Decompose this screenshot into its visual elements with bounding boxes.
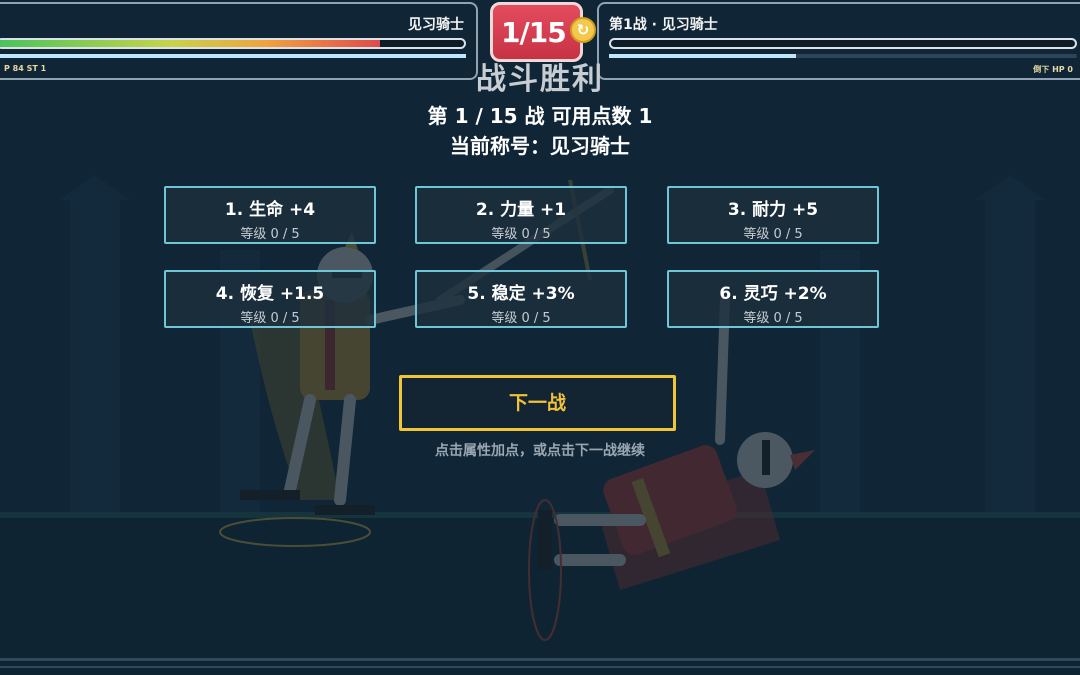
upgrade-label: 6. 灵巧 +2% <box>719 284 827 304</box>
battle-info: 第 1 / 15 战 可用点数 1 <box>427 104 653 128</box>
enemy-health-bar <box>609 38 1077 49</box>
round-counter: 1/15 <box>501 15 567 49</box>
upgrade-label: 2. 力量 +1 <box>475 200 567 220</box>
upgrade-label: 1. 生命 +4 <box>224 200 316 220</box>
upgrade-card-stability[interactable]: 5. 稳定 +3% 等级 0 / 5 <box>415 270 627 328</box>
upgrade-label: 4. 恢复 +1.5 <box>215 284 325 304</box>
upgrade-level: 等级 0 / 5 <box>240 227 300 242</box>
current-title: 当前称号：见习骑士 <box>450 134 630 158</box>
refresh-coin-icon[interactable]: ↻ <box>570 17 596 43</box>
round-counter-badge: 1/15 <box>490 2 583 62</box>
player-name: 见习骑士 <box>408 17 464 33</box>
upgrade-label: 5. 稳定 +3% <box>467 284 575 304</box>
upgrade-level: 等级 0 / 5 <box>743 311 803 326</box>
upgrade-label: 3. 耐力 +5 <box>727 200 819 220</box>
upgrade-card-health[interactable]: 1. 生命 +4 等级 0 / 5 <box>164 186 376 244</box>
upgrade-level: 等级 0 / 5 <box>491 311 551 326</box>
upgrade-level: 等级 0 / 5 <box>491 227 551 242</box>
upgrade-level: 等级 0 / 5 <box>743 227 803 242</box>
victory-title: 战斗胜利 <box>476 62 604 97</box>
player-health-bar <box>0 38 466 49</box>
floor-divider <box>0 666 1080 668</box>
upgrade-card-agility[interactable]: 6. 灵巧 +2% 等级 0 / 5 <box>667 270 879 328</box>
next-battle-button[interactable]: 下一战 <box>399 375 676 431</box>
player-health-fill <box>0 40 381 47</box>
hint-text: 点击属性加点，或点击下一战继续 <box>435 443 645 459</box>
floor-divider <box>0 658 1080 661</box>
upgrade-level: 等级 0 / 5 <box>240 311 300 326</box>
upgrade-card-recovery[interactable]: 4. 恢复 +1.5 等级 0 / 5 <box>164 270 376 328</box>
upgrade-card-strength[interactable]: 2. 力量 +1 等级 0 / 5 <box>415 186 627 244</box>
upgrade-card-stamina[interactable]: 3. 耐力 +5 等级 0 / 5 <box>667 186 879 244</box>
enemy-name: 第1战 · 见习骑士 <box>609 17 718 33</box>
